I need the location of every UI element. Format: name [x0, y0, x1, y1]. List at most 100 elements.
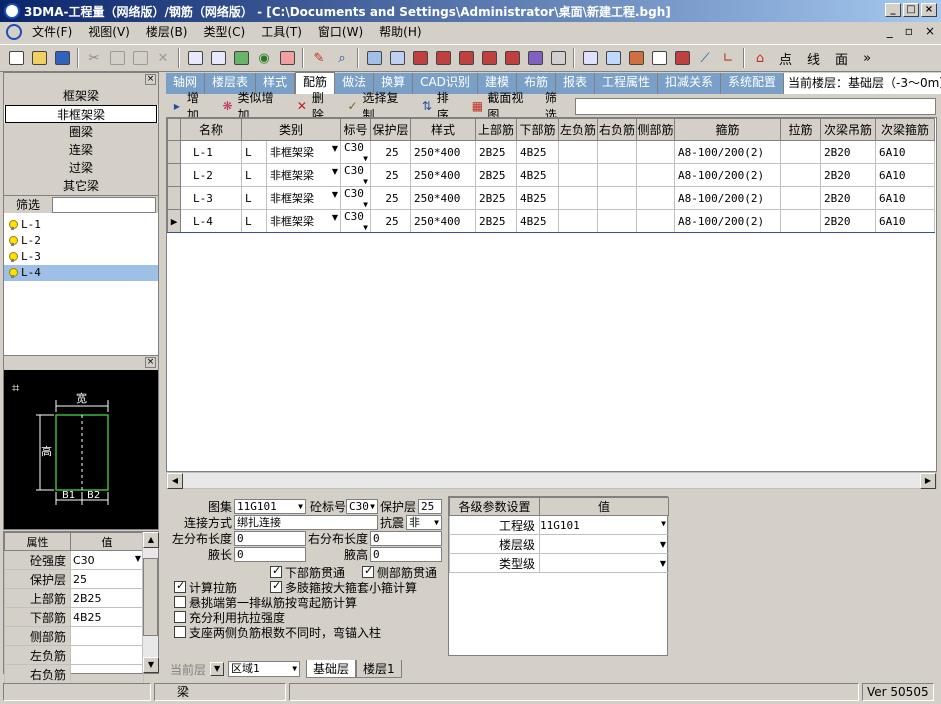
col-header[interactable]: 箍筋: [674, 118, 781, 141]
beam-icon[interactable]: [433, 48, 453, 68]
angle-icon[interactable]: ∟: [718, 48, 738, 68]
menu-floor[interactable]: 楼层(B): [138, 22, 196, 42]
region-select[interactable]: 区域1 ▼: [228, 661, 301, 677]
row-indicator[interactable]: [167, 163, 181, 187]
floor-tab-base[interactable]: 基础层: [306, 660, 357, 678]
preview-close-icon[interactable]: ×: [145, 357, 156, 368]
col-header[interactable]: 右负筋: [597, 118, 637, 141]
category-frame-beam[interactable]: 框架梁: [4, 87, 158, 105]
table-cell[interactable]: 6A10: [875, 163, 935, 187]
col-header[interactable]: 次梁吊筋: [820, 118, 876, 141]
delete-button[interactable]: ✕ 删除: [291, 91, 340, 122]
section-view-button[interactable]: ▦ 截面视图: [467, 91, 539, 122]
table-cell[interactable]: L-3: [180, 186, 242, 210]
table-cell[interactable]: 250*400: [410, 140, 476, 164]
level-row[interactable]: 工程级 11G101 ▼: [449, 515, 669, 535]
tab-deduction[interactable]: 扣减关系: [658, 73, 722, 94]
table-cell[interactable]: 2B25: [475, 163, 517, 187]
table-cell[interactable]: 2B20: [820, 163, 876, 187]
pile-icon[interactable]: [525, 48, 545, 68]
table-cell[interactable]: 4B25: [516, 209, 559, 233]
sort-button[interactable]: ⇅ 排序: [416, 91, 465, 122]
close-button[interactable]: ×: [921, 3, 937, 17]
slab-icon[interactable]: [479, 48, 499, 68]
table-cell[interactable]: L: [241, 209, 267, 233]
menu-tools[interactable]: 工具(T): [253, 22, 310, 42]
rebar-icon[interactable]: [548, 48, 568, 68]
col-header[interactable]: 样式: [410, 118, 476, 141]
haunch-height-input[interactable]: 0: [370, 546, 442, 562]
list-item[interactable]: L-1: [4, 217, 158, 233]
prop-row[interactable]: 左负筋: [4, 645, 144, 665]
table-cell[interactable]: 4B25: [516, 186, 559, 210]
table-cell[interactable]: A8-100/200(2): [674, 209, 781, 233]
copy-icon[interactable]: [107, 48, 127, 68]
list-item-selected[interactable]: L-4: [4, 265, 158, 281]
home-icon[interactable]: ⌂: [750, 48, 770, 68]
toolbar-overflow-icon[interactable]: »: [857, 48, 877, 68]
haunch-length-input[interactable]: 0: [234, 546, 306, 562]
anchor-column-checkbox[interactable]: 支座两侧负筋根数不同时，弯锚入柱: [174, 624, 381, 640]
table-cell[interactable]: 2B25: [475, 186, 517, 210]
beam-draw-icon[interactable]: [603, 48, 623, 68]
table-cell[interactable]: 非框架梁 ▼: [266, 140, 341, 164]
select-copy-button[interactable]: ✓ 选择复制: [342, 91, 414, 122]
category-ring-beam[interactable]: 圈梁: [4, 123, 158, 141]
layer-icon[interactable]: [364, 48, 384, 68]
table-cell[interactable]: [636, 163, 675, 187]
col-header[interactable]: 左负筋: [558, 118, 598, 141]
table-cell[interactable]: 2B20: [820, 186, 876, 210]
filter-input[interactable]: [52, 196, 156, 213]
stack-icon[interactable]: [387, 48, 407, 68]
col-header[interactable]: 名称: [180, 118, 242, 141]
line-tool[interactable]: 线: [801, 49, 826, 68]
paste-icon[interactable]: [130, 48, 150, 68]
foundation-icon[interactable]: [502, 48, 522, 68]
table-cell[interactable]: 250*400: [410, 163, 476, 187]
table-cell[interactable]: [558, 209, 598, 233]
table-cell[interactable]: 250*400: [410, 209, 476, 233]
mdi-close-icon[interactable]: ×: [925, 24, 935, 38]
table-cell[interactable]: [636, 209, 675, 233]
col-header[interactable]: 标号: [340, 118, 371, 141]
table-row[interactable]: L-3 L 非框架梁 ▼ C30 ▼ 25 250*400 2B25 4B25 A8-100/200…: [167, 186, 935, 210]
table-cell[interactable]: A8-100/200(2): [674, 163, 781, 187]
tab-system-config[interactable]: 系统配置: [721, 73, 785, 94]
table-cell[interactable]: 25: [370, 209, 411, 233]
col-header[interactable]: 侧部筋: [636, 118, 675, 141]
maximize-button[interactable]: □: [903, 3, 919, 17]
open-folder-icon[interactable]: [29, 48, 49, 68]
atlas-select[interactable]: 11G101 ▼: [234, 498, 306, 514]
prop-row[interactable]: 上部筋 2B25: [4, 588, 144, 608]
col-header[interactable]: 上部筋: [475, 118, 517, 141]
mdi-restore-icon[interactable]: ▫: [905, 24, 913, 38]
col-header[interactable]: 类别: [241, 118, 341, 141]
floor-tab-1[interactable]: 楼层1: [356, 660, 402, 678]
eye-icon[interactable]: ◉: [254, 48, 274, 68]
table-cell[interactable]: [558, 163, 598, 187]
brick-wall-icon[interactable]: [626, 48, 646, 68]
property-view-icon[interactable]: [208, 48, 228, 68]
menu-view[interactable]: 视图(V): [80, 22, 138, 42]
col-header[interactable]: 下部筋: [516, 118, 559, 141]
level-row[interactable]: 楼层级 ▼: [449, 534, 669, 554]
line-icon[interactable]: ⟋: [695, 48, 715, 68]
eraser-icon[interactable]: [649, 48, 669, 68]
table-cell[interactable]: C30 ▼: [340, 186, 371, 210]
menu-help[interactable]: 帮助(H): [371, 22, 429, 42]
right-length-input[interactable]: 0: [370, 530, 442, 546]
table-cell[interactable]: [780, 163, 821, 187]
concrete-select[interactable]: C30 ▼: [346, 498, 378, 514]
cover-input[interactable]: 25: [418, 498, 442, 514]
table-cell[interactable]: 非框架梁 ▼: [266, 163, 341, 187]
table-cell[interactable]: 非框架梁 ▼: [266, 209, 341, 233]
menu-window[interactable]: 窗口(W): [310, 22, 371, 42]
category-other-beam[interactable]: 其它梁: [4, 177, 158, 195]
table-cell[interactable]: 25: [370, 163, 411, 187]
list-view-icon[interactable]: [185, 48, 205, 68]
table-cell[interactable]: 2B20: [820, 209, 876, 233]
add-button[interactable]: ▸ 增加: [166, 91, 215, 122]
table-cell[interactable]: [558, 186, 598, 210]
table-cell[interactable]: 250*400: [410, 186, 476, 210]
save-icon[interactable]: [52, 48, 72, 68]
